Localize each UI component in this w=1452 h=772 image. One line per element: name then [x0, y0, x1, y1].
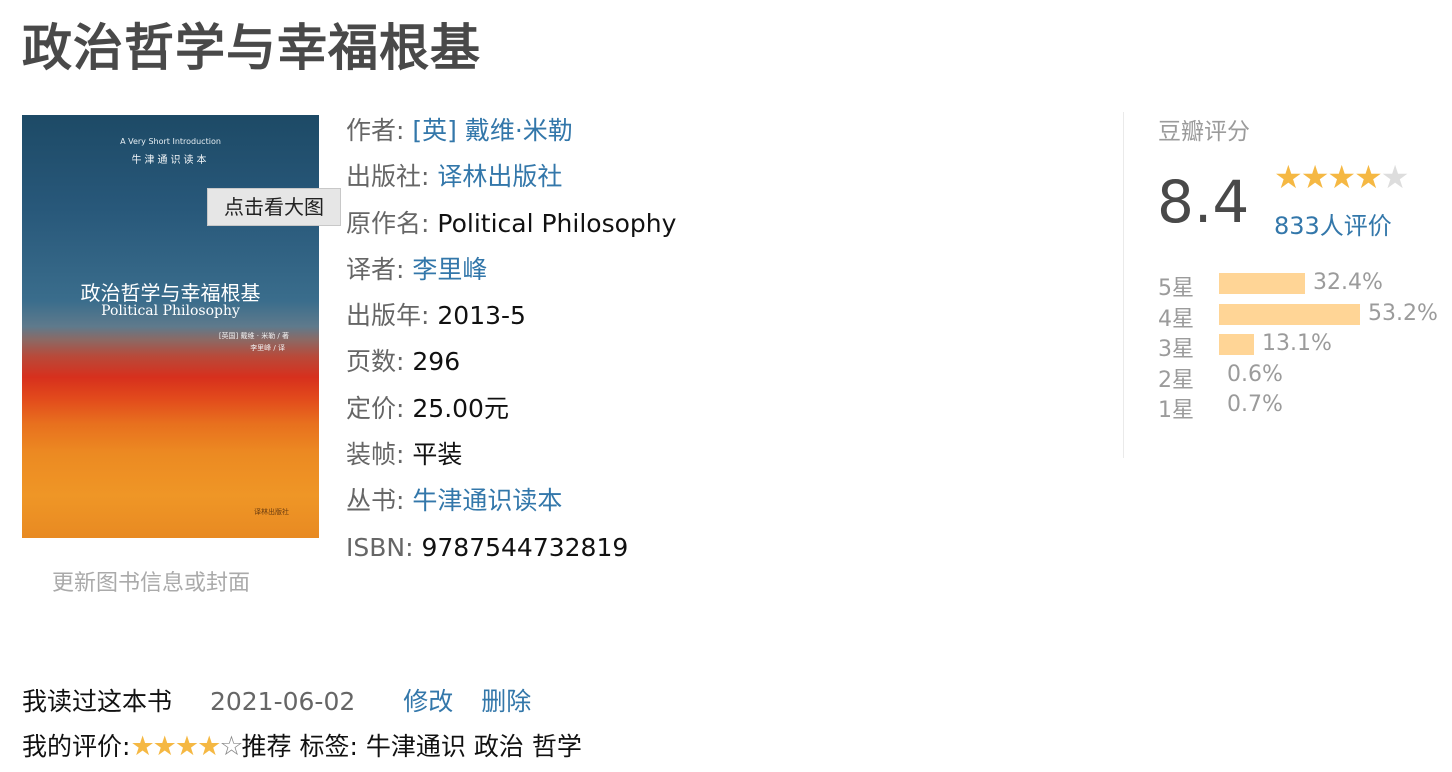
rating-star-label: 4星: [1158, 306, 1194, 332]
rating-percent: 32.4%: [1313, 270, 1383, 295]
rating-score: 8.4: [1157, 168, 1250, 236]
my-reading-status: 我读过这本书 2021-06-02 修改 删除 我的评价:★★★★☆推荐 标签:…: [22, 684, 582, 765]
rating-percent: 13.1%: [1262, 331, 1332, 356]
info-series: 丛书: 牛津通识读本: [346, 482, 676, 528]
info-pages: 页数: 296: [346, 343, 676, 389]
update-book-info-link[interactable]: 更新图书信息或封面: [52, 565, 250, 597]
info-label: 出版年:: [346, 301, 430, 331]
info-value: Political Philosophy: [437, 208, 677, 238]
info-author: 作者: [英] 戴维·米勒: [346, 112, 676, 158]
star-filled-icon: ★: [1274, 158, 1303, 196]
read-status-text: 我读过这本书: [22, 687, 173, 716]
info-pub-year: 出版年: 2013-5: [346, 297, 676, 343]
rating-bar: [1219, 273, 1305, 294]
book-info: 作者: [英] 戴维·米勒 出版社: 译林出版社 原作名: Political …: [346, 112, 676, 575]
info-binding: 装帧: 平装: [346, 436, 676, 482]
star-empty-icon: ★: [1380, 158, 1410, 196]
publisher-link[interactable]: 译林出版社: [437, 162, 562, 191]
author-link[interactable]: [英] 戴维·米勒: [412, 116, 572, 145]
info-value: 296: [412, 347, 461, 377]
info-value: 25.00元: [412, 393, 509, 423]
recommend-text: 推荐: [241, 732, 292, 761]
info-price: 定价: 25.00元: [346, 390, 676, 436]
tags-label: 标签:: [299, 732, 358, 761]
rating-stars: ★★★★★: [1274, 158, 1410, 196]
star-filled-icon[interactable]: ★: [175, 731, 199, 762]
cover-series-en: A Very Short Introduction: [120, 137, 221, 146]
rating-percent: 53.2%: [1368, 300, 1438, 326]
book-title: 政治哲学与幸福根基: [22, 19, 481, 77]
star-filled-icon[interactable]: ★: [153, 731, 177, 762]
tag: 牛津通识: [365, 732, 466, 761]
star-filled-icon[interactable]: ★: [197, 731, 221, 762]
star-filled-icon[interactable]: ★: [130, 731, 154, 762]
read-date: 2021-06-02: [209, 687, 356, 716]
info-label: 丛书:: [346, 486, 405, 516]
my-rating-label: 我的评价:: [22, 732, 131, 761]
info-label: 原作名:: [346, 208, 430, 238]
tag: 政治: [473, 732, 524, 761]
star-outline-icon[interactable]: ☆: [219, 731, 243, 762]
info-label: 定价:: [346, 393, 405, 423]
info-value: 9787544732819: [421, 532, 629, 562]
cover-series-cn: 牛津通识读本: [131, 155, 210, 166]
info-translator: 译者: 李里峰: [346, 251, 676, 297]
info-label: 页数:: [346, 347, 405, 377]
cover-author: [英国] 戴维 · 米勒 / 著: [218, 332, 289, 340]
cover-publisher: 译林出版社: [254, 508, 289, 516]
info-label: 装帧:: [346, 440, 405, 470]
cover-translator: 李里峰 / 译: [250, 344, 285, 352]
rating-star-label: 2星: [1158, 367, 1194, 393]
star-filled-icon: ★: [1300, 158, 1330, 196]
info-label: 出版社:: [346, 162, 430, 192]
star-filled-icon: ★: [1354, 158, 1383, 196]
info-label: 作者:: [346, 116, 405, 145]
info-value: 2013-5: [437, 301, 526, 331]
rating-percent: 0.7%: [1227, 392, 1283, 417]
star-filled-icon: ★: [1327, 158, 1356, 196]
info-label: 译者:: [346, 254, 405, 284]
info-isbn: ISBN: 9787544732819: [346, 529, 676, 575]
info-label: ISBN:: [346, 532, 414, 562]
view-large-cover-tooltip[interactable]: 点击看大图: [207, 188, 341, 226]
rating-bar: [1219, 334, 1254, 355]
translator-link[interactable]: 李里峰: [412, 255, 487, 284]
delete-link[interactable]: 删除: [481, 687, 531, 716]
edit-link[interactable]: 修改: [403, 687, 453, 716]
my-rating-stars: ★★★★☆: [130, 731, 243, 762]
book-cover-image[interactable]: A Very Short Introduction 牛津通识读本 政治哲学与幸福…: [22, 115, 319, 538]
rating-star-label: 3星: [1158, 337, 1194, 362]
cover-title-en: Political Philosophy: [101, 303, 240, 319]
douban-rating-panel: 豆瓣评分 8.4 ★★★★★ 833人评价 5星 32.4% 4星 53.2% 3星 13…: [1123, 112, 1452, 458]
rating-star-label: 5星: [1158, 276, 1194, 301]
rating-bar: [1219, 303, 1360, 325]
series-link[interactable]: 牛津通识读本: [412, 486, 562, 515]
rating-star-label: 1星: [1158, 398, 1194, 423]
info-original-title: 原作名: Political Philosophy: [346, 205, 676, 251]
tag: 哲学: [531, 732, 582, 761]
info-publisher: 出版社: 译林出版社: [346, 158, 676, 204]
info-value: 平装: [412, 440, 463, 470]
rating-percent: 0.6%: [1227, 361, 1283, 387]
cover-title-cn: 政治哲学与幸福根基: [80, 281, 261, 305]
rating-title: 豆瓣评分: [1158, 119, 1250, 145]
rating-votes-link[interactable]: 833人评价: [1274, 206, 1392, 241]
